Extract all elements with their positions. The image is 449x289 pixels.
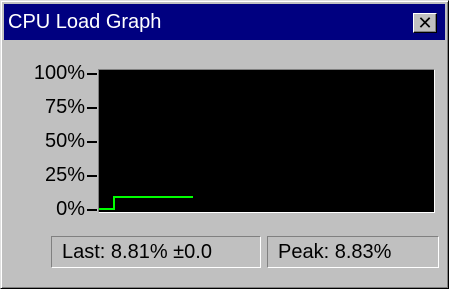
y-tick-0 (87, 209, 97, 211)
y-label-0: 0% (56, 198, 85, 220)
y-tick-25 (87, 175, 97, 177)
y-tick-75 (87, 107, 97, 109)
title-bar[interactable]: CPU Load Graph ✕ (4, 4, 445, 40)
y-label-50: 50% (44, 130, 85, 152)
cpu-load-window: CPU Load Graph ✕ 100% 75% 50% 25% 0% Las… (0, 0, 449, 289)
window-title: CPU Load Graph (8, 11, 162, 33)
close-button[interactable]: ✕ (413, 13, 437, 33)
last-load-readout: Last: 8.81% ±0.0 (51, 236, 261, 268)
y-tick-100 (87, 73, 97, 75)
cpu-load-plot (99, 196, 193, 210)
y-tick-50 (87, 141, 97, 143)
peak-load-readout: Peak: 8.83% (267, 236, 439, 268)
y-label-75: 75% (44, 96, 85, 118)
y-label-25: 25% (44, 164, 85, 186)
y-label-100: 100% (33, 62, 85, 84)
cpu-load-graph (98, 69, 435, 213)
close-icon: ✕ (417, 13, 433, 33)
cpu-load-line (99, 196, 193, 210)
